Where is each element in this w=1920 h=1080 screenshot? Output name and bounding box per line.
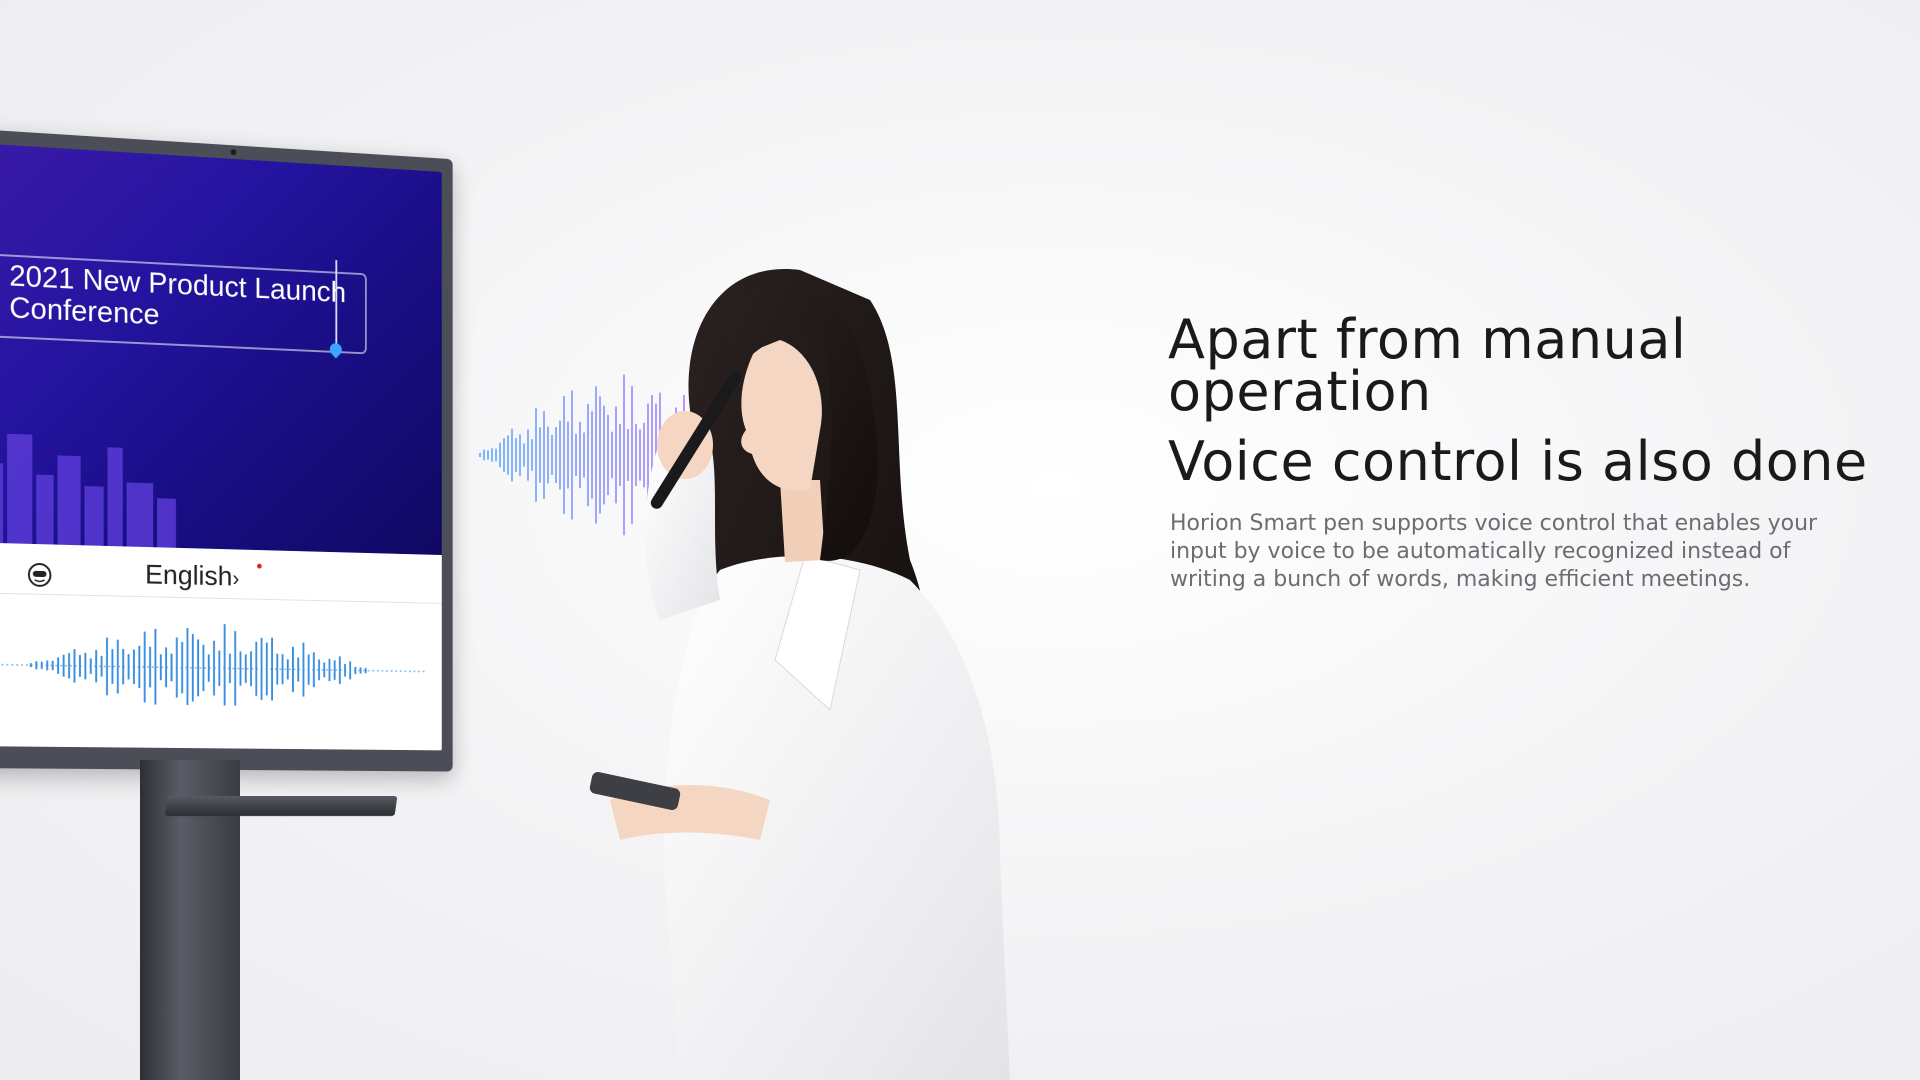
language-selector[interactable]: English›	[145, 559, 239, 593]
interactive-display: 2021 New Product Launch Conference Engli…	[0, 128, 453, 772]
stand-shelf	[165, 796, 398, 816]
city-skyline-graphic	[0, 402, 442, 555]
camera-icon	[231, 149, 237, 155]
language-label: English	[145, 559, 232, 592]
headline-primary: Apart from manual operation	[1168, 314, 1868, 418]
presentation-slide: 2021 New Product Launch Conference	[0, 143, 442, 555]
voice-waveform	[0, 602, 427, 708]
presenter-illustration	[570, 240, 1130, 1080]
robot-face-icon[interactable]	[27, 562, 52, 588]
panel-divider	[0, 592, 442, 604]
notification-dot	[257, 564, 262, 569]
voice-input-panel: English›	[0, 542, 442, 750]
chevron-right-icon: ›	[232, 566, 239, 591]
hero-banner: 2021 New Product Launch Conference Engli…	[0, 0, 1920, 1080]
feature-description: Horion Smart pen supports voice control …	[1170, 510, 1830, 594]
feature-text-block: Apart from manual operation Voice contro…	[1168, 314, 1868, 594]
display-screen: 2021 New Product Launch Conference Engli…	[0, 143, 442, 751]
headline-secondary: Voice control is also done	[1168, 436, 1868, 488]
text-cursor	[335, 260, 337, 345]
